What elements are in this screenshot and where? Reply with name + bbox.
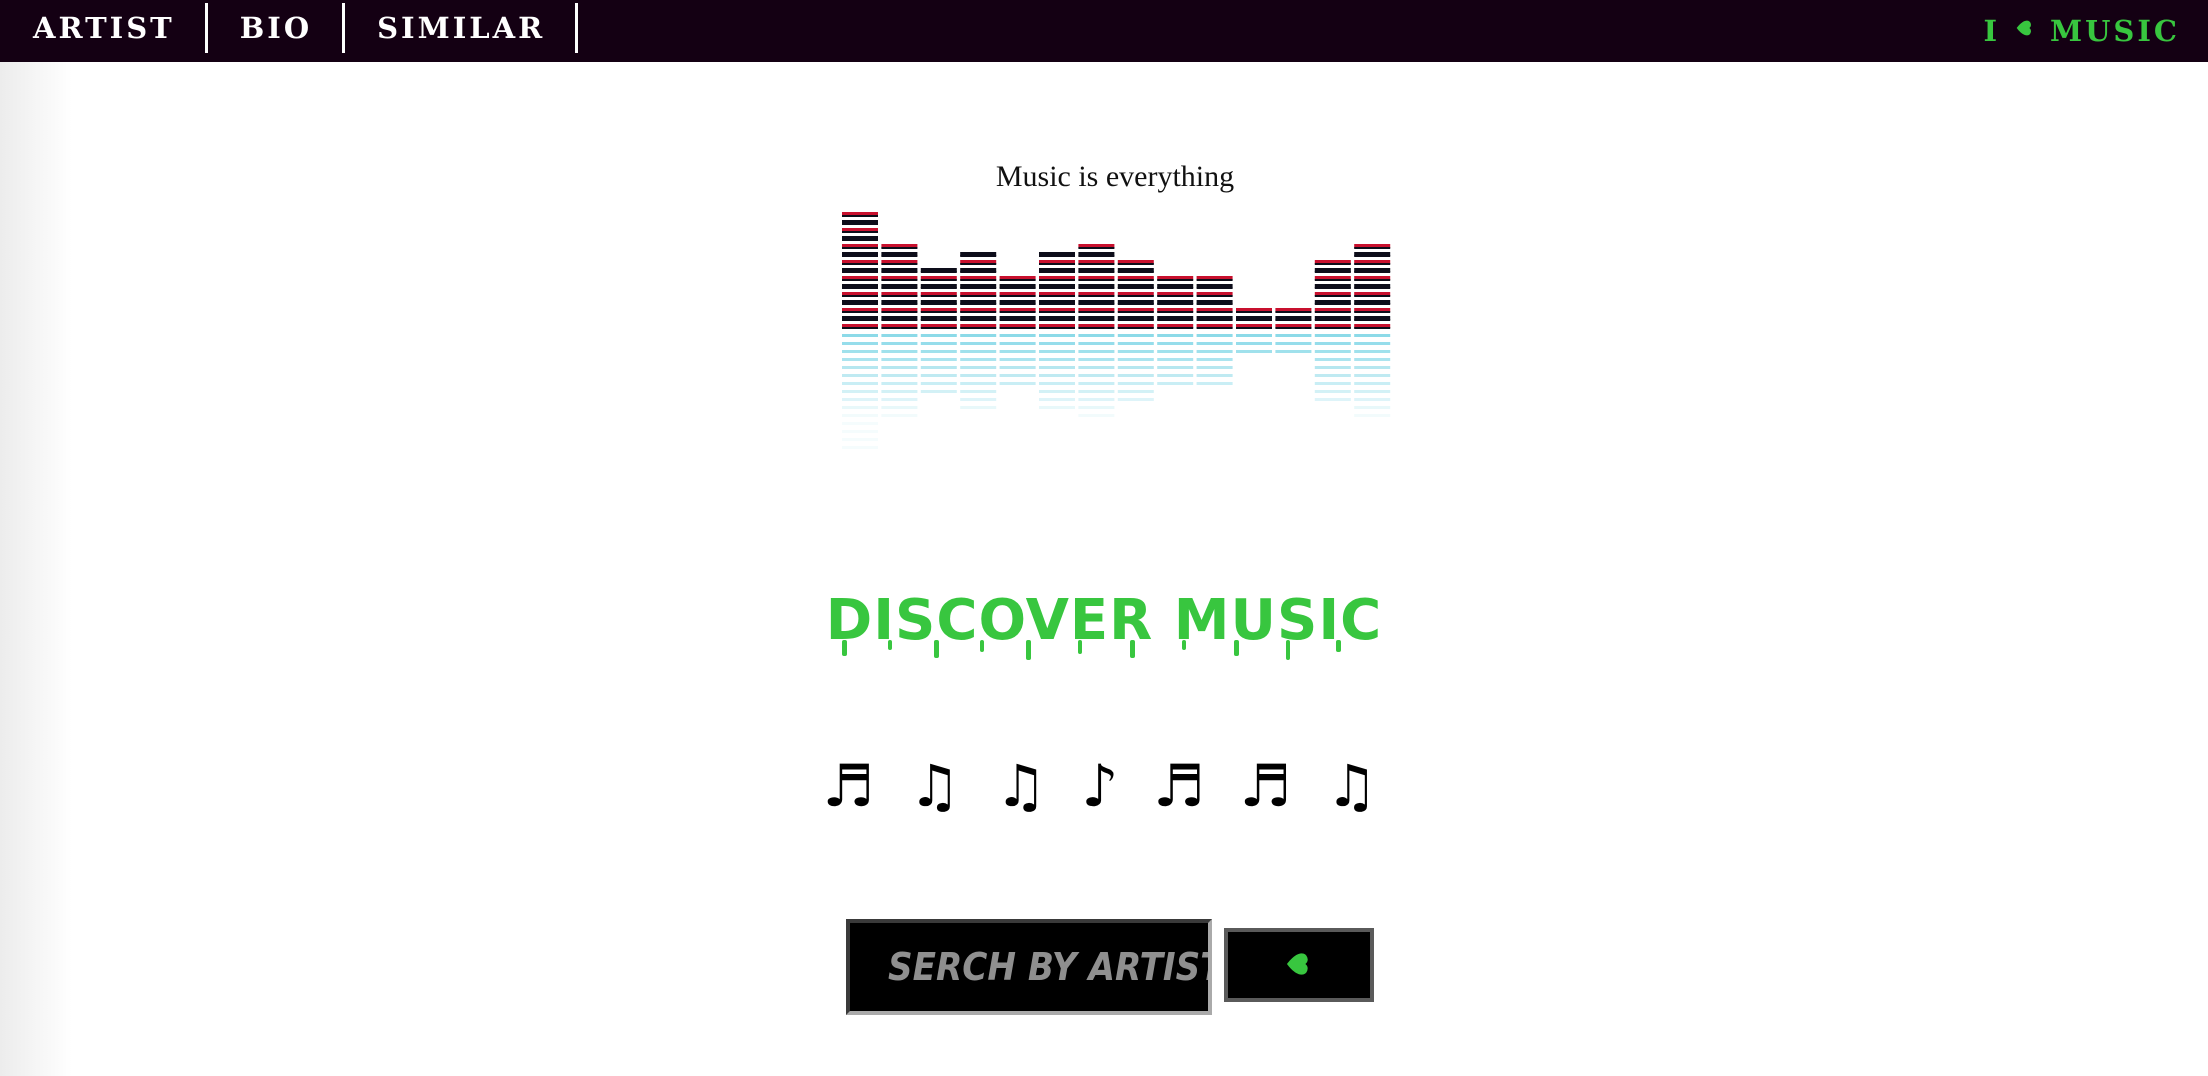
equalizer-bar	[842, 212, 878, 449]
top-navbar: ARTIST BIO SIMILAR I MUSIC	[0, 0, 2208, 62]
heart-icon	[1283, 948, 1315, 983]
page-left-shade	[0, 62, 72, 1076]
search-submit-button[interactable]	[1224, 928, 1374, 1002]
heart-icon	[2014, 17, 2036, 45]
brand-logo[interactable]: I MUSIC	[1983, 0, 2180, 62]
music-notes-row: ♬ ♫ ♫ ♪ ♬ ♬ ♫	[822, 752, 1386, 820]
equalizer-bar	[1236, 308, 1272, 353]
nav-link-artist[interactable]: ARTIST	[0, 3, 208, 53]
equalizer-bar	[1117, 260, 1154, 401]
equalizer-bar	[1039, 252, 1075, 409]
banner-caption: Music is everything	[995, 160, 1235, 193]
brand-suffix: MUSIC	[2050, 14, 2180, 48]
equalizer-bar	[1314, 260, 1351, 401]
equalizer-bar	[920, 268, 957, 393]
equalizer-banner: Music is everything	[830, 150, 1400, 450]
headline-drips	[842, 640, 1341, 660]
nav-link-similar[interactable]: SIMILAR	[345, 3, 579, 53]
nav-links: ARTIST BIO SIMILAR	[0, 0, 579, 62]
brand-prefix: I	[1983, 14, 2001, 48]
nav-link-bio[interactable]: BIO	[208, 3, 346, 53]
equalizer-bar	[1354, 244, 1391, 417]
equalizer-bar	[1196, 276, 1233, 385]
equalizer-bar	[960, 252, 997, 409]
artist-search-input[interactable]	[846, 919, 1212, 1015]
equalizer-bar	[999, 276, 1036, 385]
equalizer-bar	[881, 244, 918, 417]
equalizer-bar	[1157, 276, 1194, 385]
equalizer-graphic	[842, 212, 1391, 449]
equalizer-bar	[1078, 244, 1115, 417]
equalizer-bar	[1275, 308, 1312, 353]
